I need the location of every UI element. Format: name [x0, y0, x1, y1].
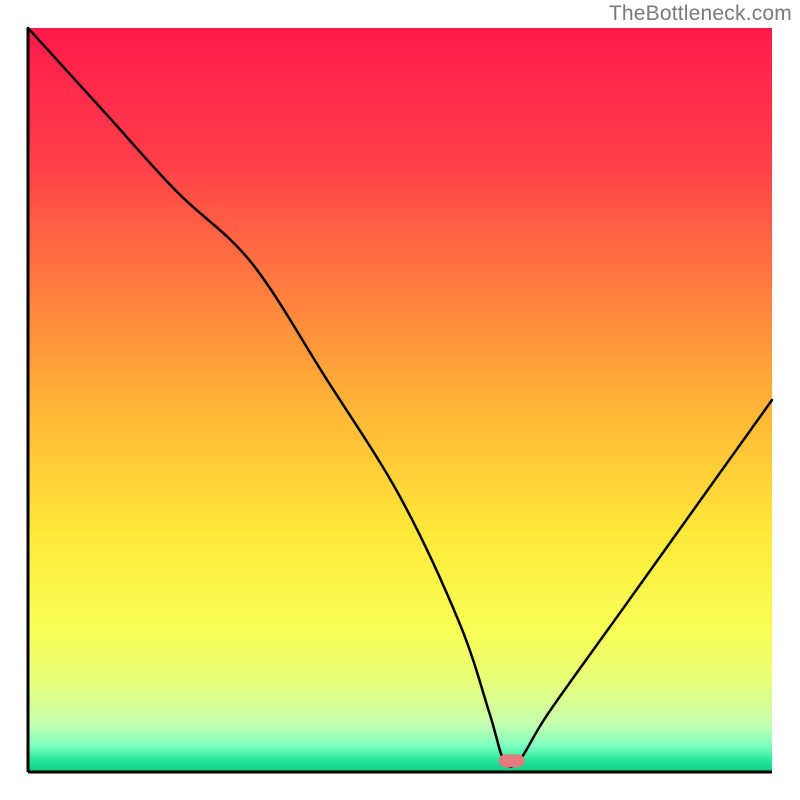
plot-background: [28, 28, 772, 772]
watermark-text: TheBottleneck.com: [609, 2, 792, 26]
bottleneck-chart: [0, 0, 800, 800]
optimal-marker: [499, 754, 525, 767]
bottleneck-chart-container: { "watermark": "TheBottleneck.com", "cha…: [0, 0, 800, 800]
